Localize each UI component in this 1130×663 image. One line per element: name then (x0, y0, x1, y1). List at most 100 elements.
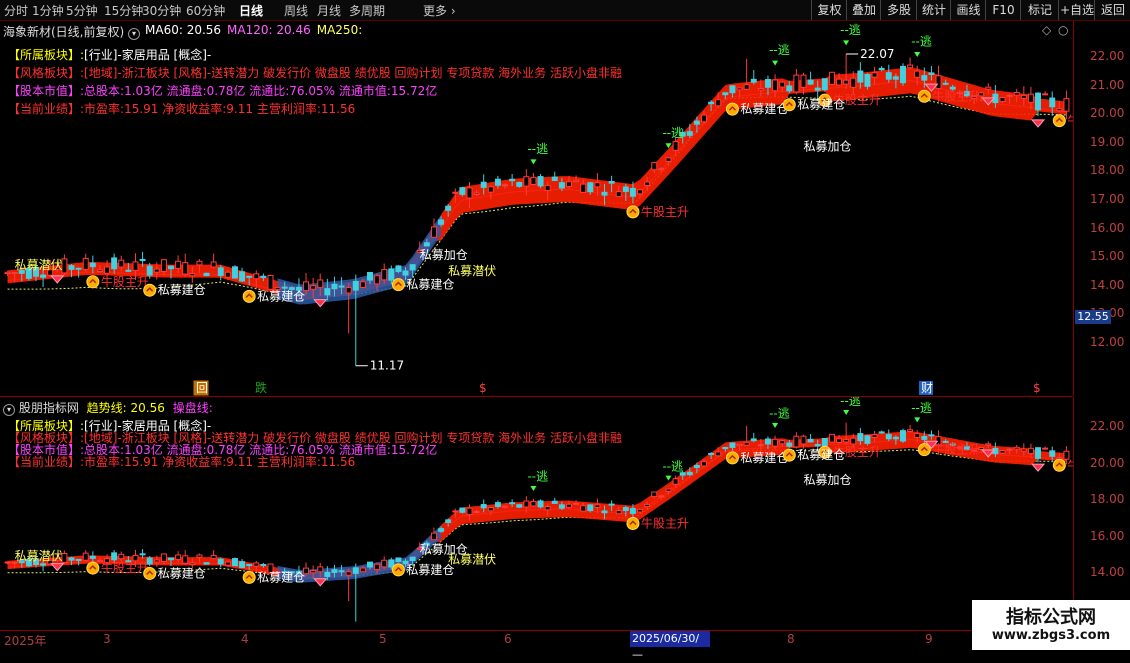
ma-label-0: MA60: 20.56 (145, 23, 222, 37)
candle-body (900, 65, 906, 84)
candle-body (985, 443, 992, 446)
candle-body (317, 566, 324, 573)
private-add-label: 私募加仓 (420, 248, 468, 262)
period-tab-8[interactable]: 月线 (317, 2, 341, 19)
bull-main-label: 牛股主升 (101, 560, 149, 575)
candle-body (466, 187, 473, 199)
candle-body (764, 438, 771, 445)
candle-body (693, 120, 700, 125)
candle-body (530, 176, 537, 185)
period-tab-5[interactable]: 60分钟 (186, 2, 225, 19)
info-line-0: 【所属板块】:[行业]-家居用品 [概念]- (8, 46, 211, 63)
candle-body (857, 433, 864, 442)
candle-body (757, 444, 764, 447)
candle-body (608, 180, 615, 184)
candle-body (203, 562, 210, 565)
period-tab-0[interactable]: 分时 (4, 2, 28, 19)
coin-icon (86, 275, 100, 289)
candle-body (11, 271, 18, 275)
candle-body (82, 257, 89, 270)
toolbar-button-5[interactable]: F10 (985, 0, 1021, 20)
green-down-arrow-icon (772, 422, 779, 428)
toolbar-button-8[interactable]: 返回 (1094, 0, 1130, 20)
candle-body (96, 269, 103, 272)
event-marker-label: 跌 (255, 380, 267, 395)
private-build-label: 私募建仓 (158, 283, 206, 297)
period-tab-2[interactable]: 5分钟 (66, 2, 98, 19)
candle-body (40, 563, 47, 566)
settings-circle-icon[interactable]: ○ (1058, 23, 1068, 37)
candle-body (231, 266, 238, 279)
candle-body (338, 285, 345, 288)
candle-body (729, 442, 736, 448)
candle-body (999, 450, 1006, 454)
candle-body (672, 478, 679, 485)
candle-body (843, 79, 850, 85)
candle-body (644, 181, 651, 186)
period-tab-6[interactable]: 日线 (239, 2, 263, 19)
period-tab-7[interactable]: 周线 (284, 2, 308, 19)
candle-body (409, 556, 416, 561)
candle-body (125, 269, 132, 272)
candle-body (594, 182, 601, 188)
candle-body (132, 554, 139, 562)
coin-icon (1052, 458, 1066, 472)
candle-body (622, 507, 629, 511)
toolbar-button-1[interactable]: 叠加 (846, 0, 881, 20)
candle-body (573, 179, 580, 183)
toolbar-button-6[interactable]: 标记 (1020, 0, 1059, 20)
candle-body (4, 271, 11, 275)
candle-body (736, 87, 743, 91)
escape-label: --逃 (769, 43, 790, 57)
candle-body (565, 503, 572, 508)
candle-body (89, 555, 96, 559)
candle-body (160, 553, 167, 563)
diamond-icon[interactable]: ◇ (1042, 23, 1051, 37)
candle-body (715, 99, 722, 107)
ma-label-2: MA250: (316, 23, 363, 37)
candle-body (75, 558, 82, 561)
escape-label: --逃 (840, 397, 861, 408)
candle-body (892, 436, 899, 440)
period-tab-9[interactable]: 多周期 (349, 2, 385, 19)
candle-body (786, 442, 793, 447)
period-tab-4[interactable]: 30分钟 (142, 2, 181, 19)
candle-body (651, 162, 658, 171)
sub-title-text: 股朋指标网 (18, 401, 79, 415)
period-tab-10[interactable]: 更多 › (423, 2, 456, 19)
sub-chevron-icon[interactable]: ▾ (3, 404, 15, 416)
coin-icon (242, 570, 256, 584)
candle-body (267, 274, 274, 290)
candle-body (715, 451, 722, 457)
candle-body (615, 191, 622, 198)
candle-body (736, 443, 743, 447)
candle-body (892, 76, 899, 80)
coin-icon (242, 289, 256, 303)
period-tab-3[interactable]: 15分钟 (104, 2, 143, 19)
main-y-tick: 18.00 (1090, 163, 1125, 178)
toolbar-button-3[interactable]: 统计 (916, 0, 951, 20)
toolbar-button-0[interactable]: 复权 (811, 0, 847, 20)
toolbar-button-2[interactable]: 多股 (880, 0, 917, 20)
candle-body (871, 434, 878, 438)
escape-label: --逃 (911, 401, 932, 415)
candle-body (807, 79, 814, 85)
candle-body (388, 559, 395, 568)
bull-main-label: 牛股主升 (641, 204, 689, 219)
chevron-circle-icon[interactable]: ▾ (128, 28, 141, 40)
main-y-tick: 20.00 (1090, 106, 1125, 121)
green-down-arrow-icon (772, 60, 779, 66)
candle-body (622, 186, 629, 192)
info-line-label: 【当前业绩】: (8, 102, 85, 116)
period-tab-1[interactable]: 1分钟 (32, 2, 64, 19)
toolbar-button-4[interactable]: 画线 (950, 0, 986, 20)
candle-body (1056, 457, 1063, 460)
ma-labels: MA60: 20.56 MA120: 20.46 MA250: (145, 23, 368, 37)
candle-body (89, 262, 96, 268)
candle-body (793, 74, 800, 93)
candle-body (999, 97, 1006, 103)
candle-body (864, 435, 871, 444)
toolbar-button-7[interactable]: +自选 (1058, 0, 1095, 20)
green-down-arrow-icon (530, 485, 537, 491)
candle-body (494, 178, 501, 186)
